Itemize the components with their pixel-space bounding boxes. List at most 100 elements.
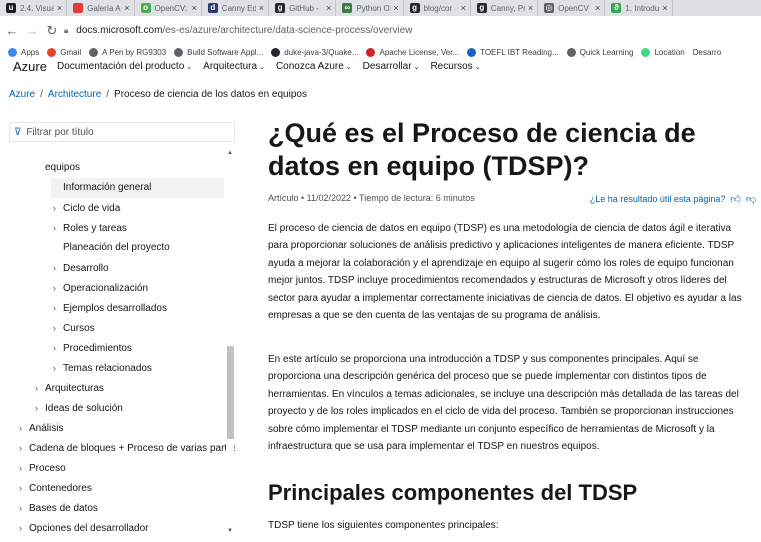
chevron-right-icon: › — [53, 303, 56, 313]
toc-item[interactable]: › Cadena de bloques + Proceso de varias p… — [19, 438, 235, 458]
nav-label: Conozca Azure — [275, 60, 344, 72]
browser-tab[interactable]: ϑ 1. Introdu × — [605, 0, 673, 16]
bookmark-item[interactable]: Desarro — [693, 48, 721, 57]
toc-scrollbar[interactable]: ▲ ▼ — [226, 146, 234, 536]
toc-item-label: Operacionalización — [63, 283, 149, 294]
scrollbar-thumb[interactable] — [227, 346, 234, 439]
forward-arrow-icon[interactable]: → — [24, 23, 40, 38]
android-icon — [641, 47, 651, 57]
reload-icon[interactable]: ↻ — [44, 23, 60, 39]
toc-filter-input[interactable]: ⊽ Filtrar por título — [9, 122, 235, 142]
breadcrumb-architecture[interactable]: Architecture — [48, 89, 101, 100]
toc-item-label: equipos — [45, 162, 81, 173]
close-icon[interactable]: × — [259, 3, 264, 13]
scroll-down-icon[interactable]: ▼ — [227, 528, 233, 534]
section-heading: Principales componentes del TDSP — [268, 480, 638, 505]
browser-tab[interactable]: g Canny, Pr × — [471, 0, 539, 16]
toc-item[interactable]: › Contenedores — [19, 478, 226, 498]
globe-icon — [89, 47, 99, 57]
toc-item-label: Temas relacionados — [63, 363, 152, 374]
tab-title: 2.4. Visua — [20, 3, 54, 13]
toc-item[interactable]: › Ideas de solución — [35, 398, 226, 418]
browser-tab[interactable]: d Canny Ed × — [202, 0, 270, 16]
toc-item[interactable]: Información general — [51, 178, 224, 198]
toc-item[interactable]: › Bases de datos — [19, 498, 226, 518]
globe-icon — [174, 47, 184, 57]
toc-item-label: Roles y tareas — [63, 223, 127, 234]
toc-item[interactable]: › Temas relacionados — [53, 358, 226, 378]
scroll-up-icon[interactable]: ▲ — [227, 150, 233, 156]
bookmark-item[interactable]: Quick Learning — [566, 47, 633, 57]
address-bar: ← → ↻ 🔒︎ docs.microsoft.com/es-es/azure/… — [0, 16, 761, 45]
toc-item[interactable]: › Opciones del desarrollador — [19, 518, 226, 536]
bookmark-item[interactable]: Location — [641, 47, 685, 57]
bookmark-item[interactable]: Gmail — [47, 47, 81, 57]
toc-item[interactable]: › Procedimientos — [53, 338, 226, 358]
bookmark-label: TOEFL IBT Reading... — [480, 47, 559, 57]
browser-tab[interactable]: u 2.4. Visua × — [0, 0, 68, 16]
github-icon — [271, 47, 281, 57]
close-icon[interactable]: × — [124, 3, 129, 13]
toc-item[interactable]: Planeación del proyecto — [53, 238, 226, 258]
url-input[interactable]: 🔒︎ docs.microsoft.com/es-es/azure/archit… — [64, 20, 761, 41]
bookmark-item[interactable]: duke-java-3/Quake... — [271, 47, 359, 57]
bookmark-label: duke-java-3/Quake... — [284, 47, 359, 57]
browser-tab[interactable]: g GitHub - × — [269, 0, 337, 16]
bookmark-item[interactable]: TOEFL IBT Reading... — [467, 47, 559, 57]
browser-tab[interactable]: ∞ Python O × — [336, 0, 404, 16]
toc-item[interactable]: › Análisis — [19, 418, 226, 438]
toc-item[interactable]: › Arquitecturas — [35, 378, 226, 398]
azure-brand[interactable]: Azure — [13, 59, 47, 73]
chevron-right-icon: › — [53, 203, 56, 213]
toc-item-label: Desarrollo — [63, 263, 109, 274]
browser-tab[interactable]: g blog/cor × — [404, 0, 471, 16]
toc-item[interactable]: equipos — [35, 158, 226, 178]
breadcrumb-current: Proceso de ciencia de los datos en equip… — [114, 89, 307, 100]
breadcrumb-azure[interactable]: Azure — [9, 89, 35, 100]
close-icon[interactable]: × — [528, 3, 533, 13]
nav-architecture[interactable]: Arquitectura ⌄ — [203, 61, 265, 72]
close-icon[interactable]: × — [662, 3, 667, 13]
bookmark-item[interactable]: Apps — [8, 47, 39, 57]
thumbs-down-icon[interactable]: 👎︎ — [746, 193, 756, 205]
close-icon[interactable]: × — [57, 3, 62, 13]
toc-item[interactable]: Proceso de ciencia de los datos en — [35, 146, 226, 158]
toc-item[interactable]: › Ciclo de vida — [53, 198, 226, 218]
browser-tab[interactable]: Galería Ar × — [67, 0, 135, 16]
close-icon[interactable]: × — [461, 3, 466, 13]
toc-item[interactable]: › Operacionalización — [53, 278, 226, 298]
nav-develop[interactable]: Desarrollar ⌄ — [363, 61, 420, 72]
toc-item[interactable]: › Roles y tareas — [53, 218, 226, 238]
chevron-right-icon: › — [35, 383, 38, 393]
close-icon[interactable]: × — [393, 3, 398, 13]
toc-item[interactable]: › Desarrollo — [53, 258, 226, 278]
toc-item[interactable]: › Proceso — [19, 458, 226, 478]
bookmark-item[interactable]: Apache License, Ver... — [366, 47, 459, 57]
tab-strip: u 2.4. Visua × Galería Ar × o OpenCV: × d Canny E… — [0, 0, 761, 16]
close-icon[interactable]: × — [192, 3, 197, 13]
tab-title: Canny, Pr — [490, 3, 525, 13]
leaf-icon: ϑ — [611, 3, 622, 13]
close-icon[interactable]: × — [326, 3, 331, 13]
thumbs-up-icon[interactable]: 👍︎ — [730, 193, 740, 205]
nav-product-docs[interactable]: Documentación del producto ⌄ — [57, 61, 192, 72]
nav-label: Arquitectura — [203, 60, 258, 72]
paragraph-intro: El proceso de ciencia de datos en equipo… — [268, 223, 742, 322]
toc-item[interactable]: › Cursos — [53, 318, 226, 338]
toc-item[interactable]: › Ejemplos desarrollados — [53, 298, 226, 318]
feedback: ¿Le ha resultado útil esta página? 👍︎ 👎︎ — [590, 193, 756, 205]
lock-icon[interactable]: 🔒︎ — [64, 26, 68, 36]
bookmark-label: Location — [654, 47, 685, 57]
close-icon[interactable]: × — [595, 3, 600, 13]
browser-tab[interactable]: o OpenCV: × — [135, 0, 202, 16]
bookmark-item[interactable]: Build Software Appl... — [174, 47, 263, 57]
toc-item-label: Ejemplos desarrollados — [63, 303, 167, 314]
nav-resources[interactable]: Recursos ⌄ — [430, 61, 480, 72]
bookmark-item[interactable]: A Pen by RG9303 — [89, 47, 166, 57]
toc-item-label: Cursos — [63, 323, 95, 334]
github-icon: g — [476, 3, 487, 13]
toc-item-label: Proceso de ciencia de los datos en — [45, 146, 200, 148]
back-arrow-icon[interactable]: ← — [4, 23, 20, 38]
browser-tab[interactable]: ◎ OpenCV × — [538, 0, 606, 16]
nav-learn-azure[interactable]: Conozca Azure ⌄ — [276, 61, 352, 72]
